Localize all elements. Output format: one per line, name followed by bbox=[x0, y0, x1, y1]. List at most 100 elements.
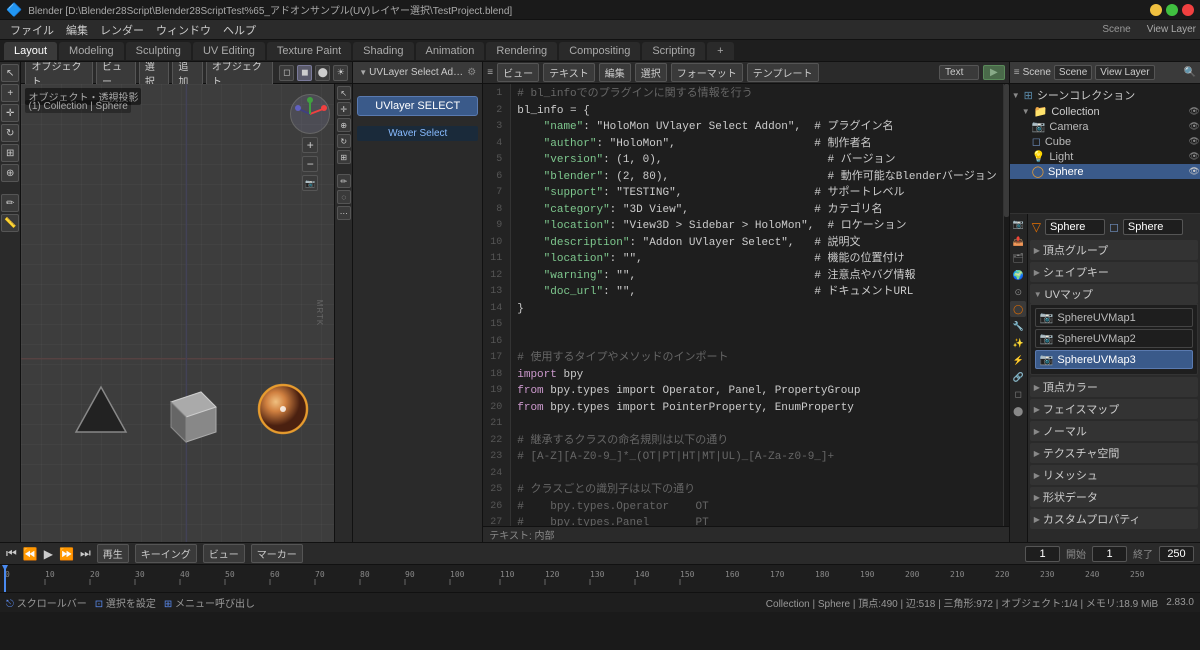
tab-texture-paint[interactable]: Texture Paint bbox=[267, 42, 351, 60]
vertex-group-header[interactable]: ▶ 頂点グループ bbox=[1030, 240, 1198, 260]
object-name-input[interactable] bbox=[1045, 219, 1105, 235]
tool-strip-annotate[interactable]: ✏ bbox=[337, 174, 351, 188]
tab-add[interactable]: + bbox=[707, 42, 733, 60]
camera-item[interactable]: 📷 Camera 👁 bbox=[1010, 119, 1200, 134]
shape-key-header[interactable]: ▶ シェイプキー bbox=[1030, 262, 1198, 282]
zoom-in-btn[interactable]: + bbox=[302, 137, 318, 153]
view-menu-tl[interactable]: ビュー bbox=[203, 544, 245, 563]
sphere-eye-icon[interactable]: 👁 bbox=[1189, 166, 1200, 177]
skip-end-btn[interactable]: ⏭ bbox=[80, 546, 91, 561]
code-run-btn[interactable]: ▶ bbox=[983, 65, 1005, 80]
sphere-item[interactable]: ◯ Sphere 👁 bbox=[1010, 164, 1200, 179]
uvmap-item-1[interactable]: 📷 SphereUVMap1 bbox=[1035, 308, 1193, 327]
playback-menu[interactable]: 再生 bbox=[97, 544, 129, 563]
current-frame-input[interactable]: 1 bbox=[1025, 546, 1060, 562]
tab-modeling[interactable]: Modeling bbox=[59, 42, 124, 60]
props-tab-physics[interactable]: ⚡ bbox=[1010, 352, 1026, 368]
code-filename[interactable]: Text bbox=[939, 65, 979, 80]
close-btn[interactable] bbox=[1182, 4, 1194, 16]
tab-layout[interactable]: Layout bbox=[4, 42, 57, 60]
tool-strip-move[interactable]: ⊕ bbox=[337, 118, 351, 132]
tool-scale[interactable]: ⊞ bbox=[1, 144, 19, 162]
remesh-header[interactable]: ▶ リメッシュ bbox=[1030, 465, 1198, 485]
scene-sphere[interactable] bbox=[256, 382, 311, 437]
face-color-header[interactable]: ▶ 頂点カラー bbox=[1030, 377, 1198, 397]
props-tab-output[interactable]: 📤 bbox=[1010, 233, 1026, 249]
cube-eye-icon[interactable]: 👁 bbox=[1189, 136, 1200, 147]
props-tab-data[interactable]: ◻ bbox=[1010, 386, 1026, 402]
eye-icon[interactable]: 👁 bbox=[1189, 106, 1200, 117]
shape-data-header[interactable]: ▶ 形状データ bbox=[1030, 487, 1198, 507]
code-format-menu[interactable]: フォーマット bbox=[671, 63, 743, 82]
step-forward-btn[interactable]: ⏩ bbox=[59, 547, 74, 561]
timeline-ruler[interactable]: 0 10 20 30 40 50 60 70 80 90 1 bbox=[0, 565, 1200, 592]
props-tab-world[interactable]: ⊙ bbox=[1010, 284, 1026, 300]
camera-view-btn[interactable]: 📷 bbox=[302, 175, 318, 191]
props-tab-constraints[interactable]: 🔗 bbox=[1010, 369, 1026, 385]
frame-end-input[interactable]: 250 bbox=[1159, 546, 1194, 562]
collection-item[interactable]: ▼ 📁 Collection 👁 bbox=[1010, 104, 1200, 119]
face-map-header[interactable]: ▶ フェイスマップ bbox=[1030, 399, 1198, 419]
tool-strip-cursor[interactable]: ✛ bbox=[337, 102, 351, 116]
tool-strip-rotate[interactable]: ↻ bbox=[337, 134, 351, 148]
props-tab-modifiers[interactable]: 🔧 bbox=[1010, 318, 1026, 334]
normal-header[interactable]: ▶ ノーマル bbox=[1030, 421, 1198, 441]
light-eye-icon[interactable]: 👁 bbox=[1189, 151, 1200, 162]
scene-selector[interactable]: Scene bbox=[1054, 65, 1092, 80]
shading-solid[interactable]: ◼ bbox=[297, 65, 312, 81]
tab-sculpting[interactable]: Sculpting bbox=[126, 42, 191, 60]
tab-animation[interactable]: Animation bbox=[416, 42, 485, 60]
tab-uv-editing[interactable]: UV Editing bbox=[193, 42, 265, 60]
minimize-btn[interactable] bbox=[1150, 4, 1162, 16]
scene-cube[interactable] bbox=[161, 382, 226, 442]
tool-move[interactable]: ✛ bbox=[1, 104, 19, 122]
play-reverse-btn[interactable]: ⏮ bbox=[6, 546, 17, 561]
keying-menu[interactable]: キーイング bbox=[135, 544, 197, 563]
menu-window[interactable]: ウィンドウ bbox=[150, 20, 217, 40]
tool-strip-select[interactable]: ↖ bbox=[337, 86, 351, 100]
code-edit-menu[interactable]: 編集 bbox=[599, 63, 631, 82]
shading-rendered[interactable]: ☀ bbox=[333, 65, 348, 81]
menu-file[interactable]: ファイル bbox=[4, 20, 60, 40]
props-tab-scene[interactable]: 🌍 bbox=[1010, 267, 1026, 283]
code-text[interactable]: # bl_infoでのプラグインに関する情報を行うbl_info = { "na… bbox=[511, 84, 1002, 526]
props-tab-particles[interactable]: ✨ bbox=[1010, 335, 1026, 351]
tool-annotate[interactable]: ✏ bbox=[1, 194, 19, 212]
code-view-menu[interactable]: ビュー bbox=[497, 63, 539, 82]
tab-compositing[interactable]: Compositing bbox=[559, 42, 640, 60]
view-layer-selector[interactable]: View Layer bbox=[1095, 65, 1154, 80]
tab-rendering[interactable]: Rendering bbox=[486, 42, 557, 60]
uv-map-header[interactable]: ▼ UVマップ bbox=[1030, 284, 1198, 304]
code-template-menu[interactable]: テンプレート bbox=[747, 63, 819, 82]
frame-number-input[interactable] bbox=[1092, 546, 1127, 562]
props-tab-view-layer[interactable]: 🗂 bbox=[1010, 250, 1026, 266]
tool-strip-extra[interactable]: ⋯ bbox=[337, 206, 351, 220]
tab-shading[interactable]: Shading bbox=[353, 42, 413, 60]
props-tab-material[interactable]: ⬤ bbox=[1010, 403, 1026, 419]
tool-strip-smooth[interactable]: ◌ bbox=[337, 190, 351, 204]
tool-cursor[interactable]: + bbox=[1, 84, 19, 102]
marker-menu[interactable]: マーカー bbox=[251, 544, 303, 563]
light-item[interactable]: 💡 Light 👁 bbox=[1010, 149, 1200, 164]
mesh-name-input[interactable] bbox=[1123, 219, 1183, 235]
tool-strip-scale[interactable]: ⊞ bbox=[337, 150, 351, 164]
shading-material[interactable]: ⬤ bbox=[315, 65, 330, 81]
props-tab-object[interactable]: ◯ bbox=[1010, 301, 1026, 317]
viewport-canvas[interactable]: + − 📷 ↖ ✛ ⊕ ↻ ⊞ ✏ ◌ ⋯ MRTK bbox=[21, 84, 352, 542]
menu-render[interactable]: レンダー bbox=[94, 20, 150, 40]
code-select-menu[interactable]: 選択 bbox=[635, 63, 667, 82]
step-back-btn[interactable]: ⏪ bbox=[23, 547, 38, 561]
tool-transform[interactable]: ⊕ bbox=[1, 164, 19, 182]
tool-rotate[interactable]: ↻ bbox=[1, 124, 19, 142]
zoom-out-btn[interactable]: − bbox=[302, 156, 318, 172]
texture-space-header[interactable]: ▶ テクスチャ空間 bbox=[1030, 443, 1198, 463]
uvlayer-select-button[interactable]: UVlayer SELECT bbox=[357, 96, 478, 116]
shading-wireframe[interactable]: ◻ bbox=[279, 65, 294, 81]
tool-select[interactable]: ↖ bbox=[1, 64, 19, 82]
filter-icon[interactable]: 🔍 bbox=[1184, 67, 1196, 78]
play-btn[interactable]: ▶ bbox=[44, 547, 53, 561]
cube-item[interactable]: ◻ Cube 👁 bbox=[1010, 134, 1200, 149]
menu-edit[interactable]: 編集 bbox=[60, 20, 94, 40]
tool-measure[interactable]: 📏 bbox=[1, 214, 19, 232]
settings-icon[interactable]: ⚙ bbox=[467, 67, 476, 78]
